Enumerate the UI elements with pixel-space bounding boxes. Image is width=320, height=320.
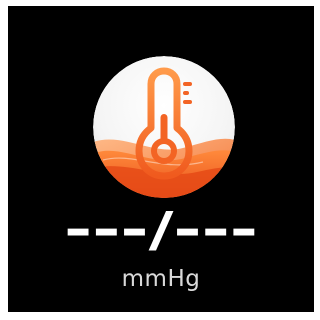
pressure-unit-label: mmHg	[121, 266, 201, 292]
blood-pressure-value: ---/---	[64, 202, 258, 256]
blood-pressure-reading: ---/---	[8, 202, 314, 256]
thermometer-app-icon[interactable]	[93, 56, 235, 198]
thermometer-icon	[93, 56, 235, 198]
watch-screen: ---/--- mmHg	[8, 6, 314, 312]
